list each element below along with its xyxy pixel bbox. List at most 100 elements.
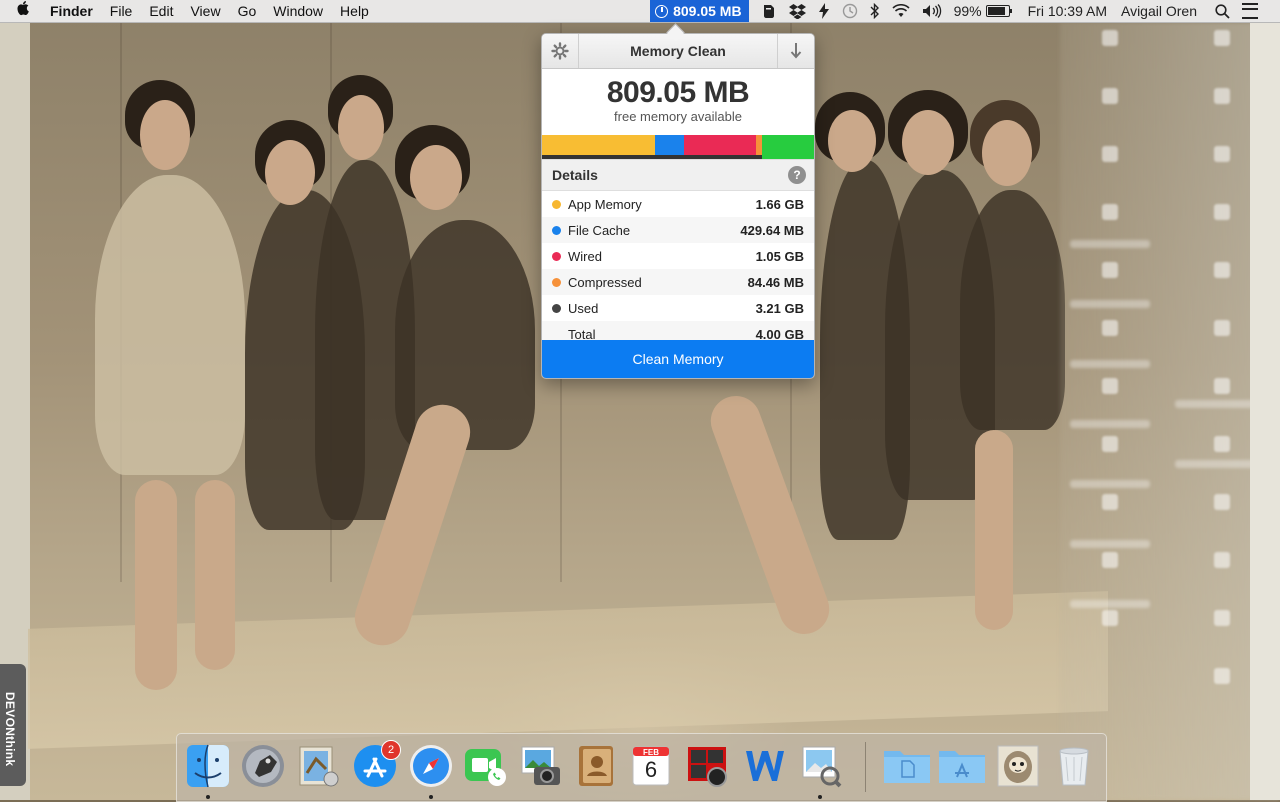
contacts-icon[interactable]	[573, 743, 619, 789]
figure	[95, 175, 245, 475]
microsoft-word-icon[interactable]	[742, 743, 788, 789]
gauge-icon	[655, 4, 669, 18]
trash-icon[interactable]	[1051, 743, 1097, 789]
app-store-icon[interactable]: 2	[352, 740, 401, 789]
gear-icon	[551, 42, 569, 60]
desktop-file-icon[interactable]	[1102, 320, 1118, 336]
menu-help[interactable]: Help	[340, 3, 369, 19]
desktop-file-icon[interactable]	[1214, 552, 1230, 568]
wired-dot-icon	[552, 251, 561, 261]
desktop-file-label	[1175, 400, 1255, 408]
devonthink-label: DEVONthink	[3, 692, 17, 767]
row-value: 1.05 GB	[755, 248, 804, 264]
memory-clean-popover: Memory Clean 809.05 MB free memory avail…	[541, 33, 815, 379]
free-memory-value: 809.05 MB	[606, 76, 750, 109]
devonthink-sorter-tab[interactable]: DEVONthink	[0, 664, 26, 786]
row-name: Used	[568, 300, 599, 316]
documents-folder-icon[interactable]	[882, 743, 930, 789]
desktop-file-icon[interactable]	[1102, 378, 1118, 394]
menu-bar: Finder File Edit View Go Window Help 809…	[0, 0, 1280, 23]
desktop-file-icon[interactable]	[1102, 552, 1118, 568]
memory-clean-status-item[interactable]: 809.05 MB	[650, 0, 749, 22]
figure-head	[982, 120, 1032, 186]
figure	[960, 190, 1065, 430]
spotlight-search-icon[interactable]	[1215, 3, 1230, 19]
desktop-file-icon[interactable]	[1214, 610, 1230, 626]
desktop-file-label	[1070, 540, 1150, 548]
details-row-used: Used 3.21 GB	[542, 295, 814, 321]
row-name: Wired	[568, 248, 602, 264]
details-row-app-memory: App Memory 1.66 GB	[542, 191, 814, 217]
free-memory-label: free memory available	[614, 109, 742, 124]
downloads-stack-icon[interactable]	[995, 743, 1041, 789]
dock-separator	[865, 742, 866, 792]
mail-icon[interactable]	[295, 743, 341, 789]
time-machine-icon[interactable]	[842, 3, 858, 19]
desktop-file-icon[interactable]	[1102, 146, 1118, 162]
clock[interactable]: Fri 10:39 AM	[1028, 3, 1107, 19]
help-button[interactable]: ?	[788, 166, 806, 184]
settings-button[interactable]	[542, 34, 579, 68]
launchpad-icon[interactable]	[240, 743, 286, 789]
desktop-file-label	[1070, 600, 1150, 608]
applications-folder-icon[interactable]	[937, 743, 985, 789]
memory-usage-bar	[542, 135, 814, 159]
desktop-file-icon[interactable]	[1214, 204, 1230, 220]
battery-status[interactable]: 99%	[953, 3, 1012, 19]
menu-edit[interactable]: Edit	[149, 3, 173, 19]
desktop-file-icon[interactable]	[1102, 30, 1118, 46]
image-capture-icon[interactable]	[518, 743, 564, 789]
calendar-icon[interactable]: FEB 6	[629, 743, 675, 789]
desktop-file-icon[interactable]	[1214, 146, 1230, 162]
safari-icon[interactable]	[408, 743, 454, 789]
menu-go[interactable]: Go	[238, 3, 257, 19]
evernote-icon[interactable]	[761, 3, 777, 19]
bolt-icon[interactable]	[818, 3, 830, 19]
desktop-file-icon[interactable]	[1214, 668, 1230, 684]
desktop-file-label	[1070, 360, 1150, 368]
menu-window[interactable]: Window	[273, 3, 323, 19]
desktop-file-icon[interactable]	[1214, 320, 1230, 336]
bluetooth-icon[interactable]	[870, 3, 880, 19]
battery-percent: 99%	[953, 3, 982, 19]
battery-icon	[985, 5, 1012, 17]
popover-title: Memory Clean	[630, 43, 726, 59]
desktop-file-icon[interactable]	[1214, 378, 1230, 394]
desktop-file-icon[interactable]	[1102, 204, 1118, 220]
desktop-file-icon[interactable]	[1102, 88, 1118, 104]
desktop-file-icon[interactable]	[1214, 262, 1230, 278]
menu-finder[interactable]: Finder	[50, 3, 93, 19]
desktop-file-icon[interactable]	[1214, 88, 1230, 104]
desktop-file-icon[interactable]	[1102, 262, 1118, 278]
figure-head	[265, 140, 315, 205]
finder-icon[interactable]	[185, 743, 231, 789]
row-value: 3.21 GB	[755, 300, 804, 316]
row-value: 1.66 GB	[755, 196, 804, 212]
desktop-file-icon[interactable]	[1102, 494, 1118, 510]
desktop-file-icon[interactable]	[1214, 436, 1230, 452]
wifi-icon[interactable]	[892, 4, 910, 18]
calendar-month: FEB	[643, 748, 659, 757]
used-dot-icon	[552, 303, 561, 313]
download-button[interactable]	[777, 34, 814, 68]
photo-booth-icon[interactable]	[685, 743, 731, 789]
battery-fill	[987, 7, 1006, 15]
desktop-file-icon[interactable]	[1102, 610, 1118, 626]
file-cache-dot-icon	[552, 225, 561, 235]
menu-view[interactable]: View	[190, 3, 220, 19]
app-memory-dot-icon	[552, 199, 561, 209]
notification-center-icon[interactable]	[1242, 3, 1258, 19]
desktop-file-icon[interactable]	[1214, 494, 1230, 510]
apple-menu-icon[interactable]	[16, 1, 32, 21]
figure-leg	[975, 430, 1013, 630]
preview-icon[interactable]	[797, 743, 843, 789]
volume-icon[interactable]	[922, 4, 942, 18]
clean-memory-button[interactable]: Clean Memory	[542, 340, 814, 378]
desktop-file-icon[interactable]	[1102, 436, 1118, 452]
dock: 2 FEB 6	[176, 733, 1107, 802]
user-name[interactable]: Avigail Oren	[1121, 3, 1197, 19]
menu-file[interactable]: File	[110, 3, 133, 19]
dropbox-icon[interactable]	[788, 3, 806, 19]
facetime-icon[interactable]	[463, 743, 509, 789]
desktop-file-icon[interactable]	[1214, 30, 1230, 46]
